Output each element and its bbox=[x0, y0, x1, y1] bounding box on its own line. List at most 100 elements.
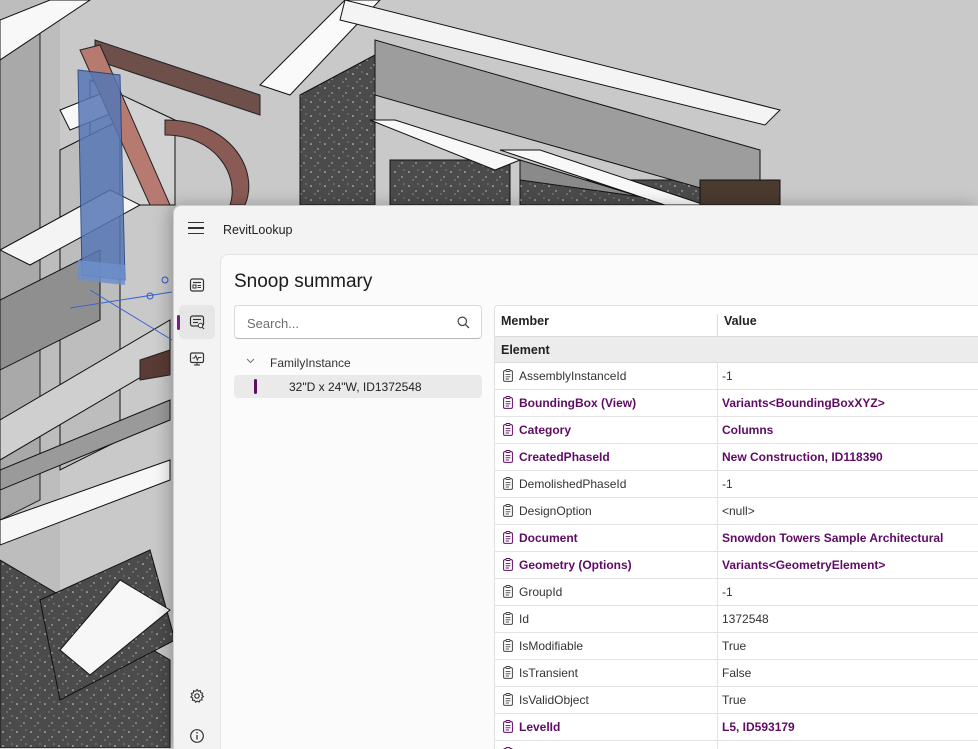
nav-events[interactable] bbox=[179, 342, 215, 376]
table-row[interactable]: CreatedPhaseId New Construction, ID118390 bbox=[495, 444, 978, 471]
member-name: IsTransient bbox=[519, 666, 578, 680]
column-header-value[interactable]: Value bbox=[724, 314, 757, 328]
clipboard-icon bbox=[503, 504, 513, 517]
member-cell[interactable]: BoundingBox (View) bbox=[495, 390, 718, 416]
table-header: Member Value bbox=[495, 306, 978, 337]
nav-settings[interactable] bbox=[179, 679, 215, 713]
member-name: GroupId bbox=[519, 585, 562, 599]
table-row[interactable]: IsTransient False bbox=[495, 660, 978, 687]
member-cell[interactable]: DesignOption bbox=[495, 498, 718, 524]
member-value: 1372548 bbox=[722, 612, 769, 626]
gear-icon bbox=[189, 688, 205, 704]
app-title: RevitLookup bbox=[223, 223, 293, 237]
table-row[interactable]: DemolishedPhaseId -1 bbox=[495, 471, 978, 498]
member-cell[interactable]: Id bbox=[495, 606, 718, 632]
nav-dashboard[interactable] bbox=[179, 268, 215, 302]
member-value: -1 bbox=[722, 369, 733, 383]
table-row[interactable]: GroupId -1 bbox=[495, 579, 978, 606]
member-cell[interactable]: Geometry (Options) bbox=[495, 552, 718, 578]
table-row[interactable]: DesignOption <null> bbox=[495, 498, 978, 525]
chevron-down-icon[interactable] bbox=[246, 356, 255, 365]
group-header-element[interactable]: Element bbox=[495, 337, 978, 363]
member-value: New Construction, ID118390 bbox=[722, 450, 883, 464]
clipboard-icon bbox=[503, 558, 513, 571]
clipboard-icon bbox=[503, 720, 513, 733]
monitor-icon bbox=[189, 351, 205, 367]
search-box[interactable] bbox=[234, 305, 482, 339]
member-name: DesignOption bbox=[519, 504, 592, 518]
tree-node-label: FamilyInstance bbox=[270, 356, 351, 370]
member-cell[interactable]: Document bbox=[495, 525, 718, 551]
menu-icon[interactable] bbox=[188, 222, 204, 236]
member-value: True bbox=[722, 639, 746, 653]
info-icon bbox=[189, 728, 205, 744]
nav-about[interactable] bbox=[179, 719, 215, 749]
member-name: CreatedPhaseId bbox=[519, 450, 610, 464]
table-row[interactable]: Id 1372548 bbox=[495, 606, 978, 633]
member-name: Geometry (Options) bbox=[519, 558, 632, 572]
member-cell[interactable]: GroupId bbox=[495, 579, 718, 605]
member-value: True bbox=[722, 693, 746, 707]
members-table: Member Value Element AssemblyInstanceId -… bbox=[494, 305, 978, 749]
member-cell[interactable]: Category bbox=[495, 417, 718, 443]
table-row[interactable]: IsModifiable True bbox=[495, 633, 978, 660]
member-value: Variants<GeometryElement> bbox=[722, 558, 885, 572]
member-cell[interactable]: CreatedPhaseId bbox=[495, 444, 718, 470]
tree-node-familyinstance[interactable]: FamilyInstance bbox=[234, 354, 482, 372]
member-name: Document bbox=[519, 531, 578, 545]
member-value: L5, ID593179 bbox=[722, 720, 795, 734]
member-name: LevelId bbox=[519, 720, 560, 734]
table-row[interactable]: AssemblyInstanceId -1 bbox=[495, 363, 978, 390]
member-cell[interactable]: IsValidObject bbox=[495, 687, 718, 713]
search-icon[interactable] bbox=[457, 316, 470, 329]
table-row[interactable]: IsValidObject True bbox=[495, 687, 978, 714]
member-cell[interactable]: AssemblyInstanceId bbox=[495, 363, 718, 389]
member-cell[interactable]: DemolishedPhaseId bbox=[495, 471, 718, 497]
clipboard-icon bbox=[503, 612, 513, 625]
member-name: IsValidObject bbox=[519, 693, 589, 707]
table-row[interactable]: Category Columns bbox=[495, 417, 978, 444]
member-value: Columns bbox=[722, 423, 773, 437]
clipboard-icon bbox=[503, 585, 513, 598]
table-row[interactable]: Geometry (Options) Variants<GeometryEleme… bbox=[495, 552, 978, 579]
clipboard-icon bbox=[503, 423, 513, 436]
member-name: DemolishedPhaseId bbox=[519, 477, 626, 491]
member-value: Snowdon Towers Sample Architectural bbox=[722, 531, 943, 545]
member-name: Id bbox=[519, 612, 529, 626]
clipboard-icon bbox=[503, 531, 513, 544]
page-title: Snoop summary bbox=[234, 271, 372, 293]
column-header-member[interactable]: Member bbox=[501, 314, 549, 328]
search-input[interactable] bbox=[245, 313, 449, 333]
clipboard-icon bbox=[503, 477, 513, 490]
tree-item-selected[interactable]: 32"D x 24"W, ID1372548 bbox=[234, 375, 482, 398]
clipboard-icon bbox=[503, 693, 513, 706]
clipboard-icon bbox=[503, 666, 513, 679]
member-value: -1 bbox=[722, 585, 733, 599]
clipboard-icon bbox=[503, 369, 513, 382]
member-value: Variants<BoundingBoxXYZ> bbox=[722, 396, 885, 410]
revitlookup-window: RevitLookup bbox=[173, 205, 978, 749]
member-cell[interactable]: LevelId bbox=[495, 714, 718, 740]
member-name: AssemblyInstanceId bbox=[519, 369, 626, 383]
tree-item-label: 32"D x 24"W, ID1372548 bbox=[289, 380, 422, 394]
snoop-summary-icon bbox=[189, 314, 205, 330]
member-value: <null> bbox=[722, 504, 755, 518]
table-row[interactable]: BoundingBox (View) Variants<BoundingBoxXY… bbox=[495, 390, 978, 417]
clipboard-icon bbox=[503, 396, 513, 409]
group-label: Element bbox=[501, 343, 550, 357]
member-cell[interactable]: IsTransient bbox=[495, 660, 718, 686]
member-name: BoundingBox (View) bbox=[519, 396, 636, 410]
table-row[interactable]: Document Snowdon Towers Sample Architectu… bbox=[495, 525, 978, 552]
snoop-summary-page: Snoop summary FamilyInstance 32"D x 24"W… bbox=[220, 254, 978, 749]
table-body: AssemblyInstanceId -1 BoundingBox (View) Va… bbox=[495, 363, 978, 749]
table-row[interactable]: LevelId L5, ID593179 bbox=[495, 714, 978, 741]
member-cell[interactable]: IsModifiable bbox=[495, 633, 718, 659]
member-value: -1 bbox=[722, 477, 733, 491]
member-value: False bbox=[722, 666, 751, 680]
clipboard-icon bbox=[503, 639, 513, 652]
title-bar: RevitLookup bbox=[174, 206, 978, 254]
member-name: IsModifiable bbox=[519, 639, 583, 653]
member-name: Category bbox=[519, 423, 571, 437]
nav-snoop-summary[interactable] bbox=[179, 305, 215, 339]
clipboard-icon bbox=[503, 450, 513, 463]
